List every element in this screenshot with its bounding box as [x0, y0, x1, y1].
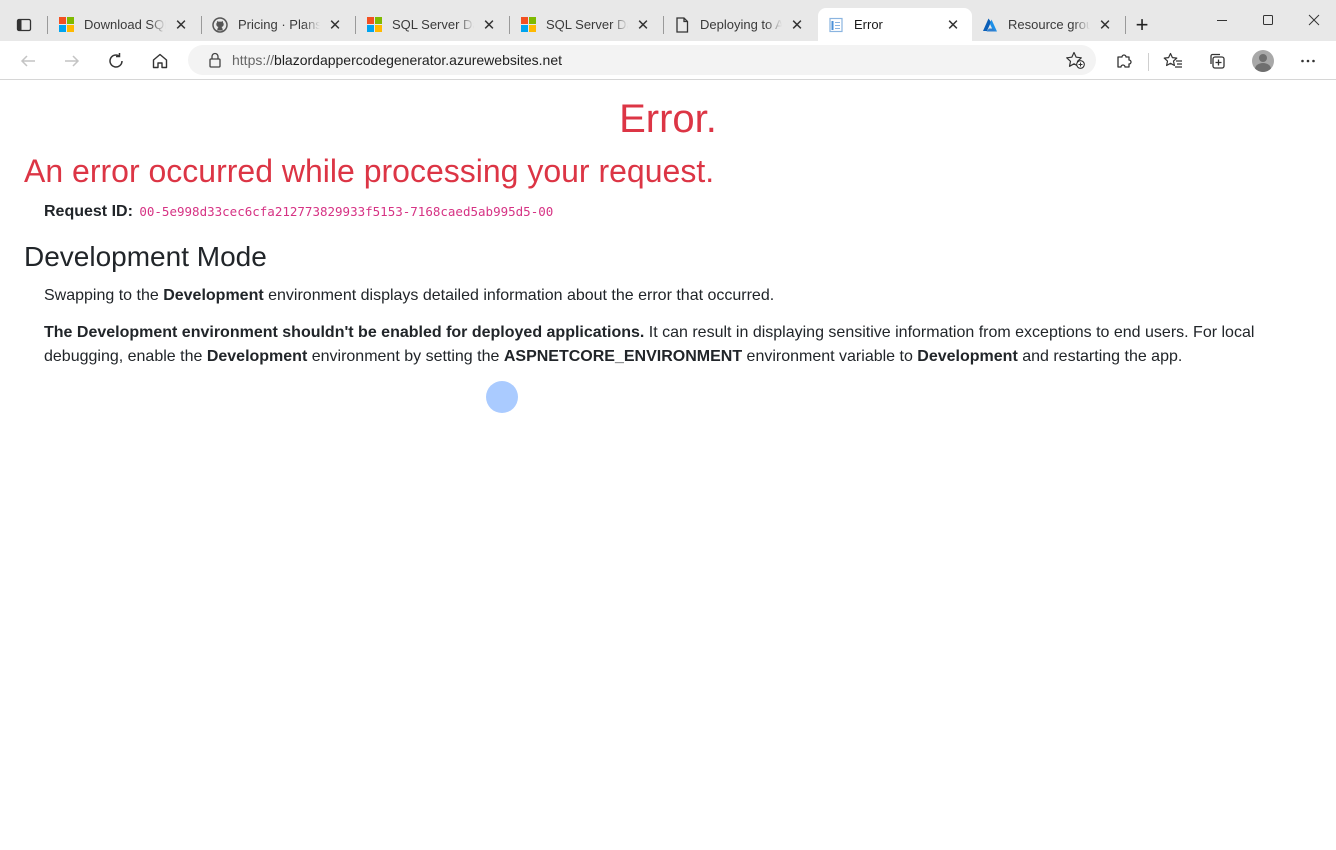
tab-title: Pricing · Plans fo — [238, 17, 320, 32]
home-icon — [152, 53, 168, 69]
github-icon — [212, 16, 228, 33]
development-warning-paragraph: The Development environment shouldn't be… — [44, 321, 1294, 369]
new-tab-button[interactable]: + — [1128, 12, 1156, 38]
development-mode-heading: Development Mode — [24, 241, 267, 272]
profile-button[interactable] — [1248, 46, 1278, 76]
tab-title: Resource groups — [1008, 17, 1090, 32]
url-host: blazordappercodegenerator.azurewebsites.… — [274, 52, 563, 68]
tab-sql-server-data-1[interactable]: SQL Server Data ✕ — [356, 8, 508, 41]
request-id-line: Request ID: 00-5e998d33cec6cfa2127738299… — [44, 203, 553, 221]
favorites-icon — [1163, 52, 1182, 68]
bold-text: Development — [917, 348, 1018, 365]
text: environment by setting the — [307, 348, 504, 365]
tab-actions-icon — [16, 18, 32, 32]
refresh-button[interactable] — [101, 46, 131, 76]
settings-menu-button[interactable] — [1293, 46, 1323, 76]
browser-toolbar: https://blazordappercodegenerator.azurew… — [0, 41, 1336, 80]
bold-text: ASPNETCORE_ENVIRONMENT — [503, 348, 743, 365]
tab-title: Error — [854, 17, 883, 32]
tab-close-icon[interactable]: ✕ — [634, 16, 652, 34]
refresh-icon — [109, 53, 123, 68]
azure-icon — [982, 17, 998, 33]
text: environment displays detailed informatio… — [263, 287, 775, 304]
star-add-icon — [1066, 51, 1085, 69]
bold-text: The Development environment shouldn't be… — [44, 324, 645, 341]
page-icon — [674, 16, 690, 33]
mouse-cursor-highlight — [486, 381, 518, 413]
tab-close-icon[interactable]: ✕ — [788, 16, 806, 34]
request-id-value: 00-5e998d33cec6cfa212773829933f5153-7168… — [139, 204, 554, 219]
collections-icon — [1210, 53, 1225, 69]
add-favorite-button[interactable] — [1060, 51, 1090, 69]
tab-actions-button[interactable] — [10, 12, 38, 38]
plus-icon: + — [1135, 12, 1149, 37]
minimize-icon — [1217, 20, 1227, 21]
error-subtitle: An error occurred while processing your … — [24, 153, 715, 189]
text: environment variable to — [742, 348, 918, 365]
more-icon — [1301, 59, 1315, 63]
avatar — [1252, 50, 1274, 72]
collections-button[interactable] — [1202, 46, 1232, 76]
tab-resource-groups[interactable]: Resource groups ✕ — [972, 8, 1124, 41]
microsoft-icon — [520, 17, 536, 33]
tab-close-icon[interactable]: ✕ — [326, 16, 344, 34]
tab-strip: Download SQL Se ✕ Pricing · Plans fo ✕ S… — [0, 0, 1336, 41]
microsoft-icon — [366, 17, 382, 33]
request-id-label: Request ID: — [44, 203, 133, 220]
puzzle-icon — [1117, 54, 1132, 68]
tab-github-pricing[interactable]: Pricing · Plans fo ✕ — [202, 8, 354, 41]
forward-button[interactable] — [57, 46, 87, 76]
minimize-button[interactable] — [1202, 6, 1242, 34]
tab-separator — [1125, 16, 1126, 34]
bold-text: Development — [206, 348, 308, 365]
maximize-icon — [1263, 15, 1273, 25]
tab-title: Download SQL Se — [84, 17, 166, 32]
error-page-icon — [828, 17, 844, 33]
tab-error[interactable]: Error ✕ — [818, 8, 972, 41]
extensions-button[interactable] — [1109, 46, 1139, 76]
close-window-button[interactable] — [1294, 6, 1334, 34]
address-bar[interactable]: https://blazordappercodegenerator.azurew… — [188, 45, 1096, 75]
tab-title: SQL Server Data — [392, 17, 474, 32]
text: and restarting the app. — [1017, 348, 1183, 365]
tab-download-sql[interactable]: Download SQL Se ✕ — [48, 8, 200, 41]
tab-close-icon[interactable]: ✕ — [480, 16, 498, 34]
lock-icon[interactable] — [200, 52, 230, 68]
tab-sql-server-data-2[interactable]: SQL Server Data ✕ — [510, 8, 662, 41]
microsoft-icon — [58, 17, 74, 33]
text: Swapping to the — [44, 287, 164, 304]
url-scheme: https:// — [232, 52, 275, 68]
home-button[interactable] — [145, 46, 175, 76]
toolbar-separator — [1148, 53, 1149, 71]
close-icon — [1308, 14, 1320, 26]
favorites-button[interactable] — [1158, 46, 1188, 76]
page-content: Error. An error occurred while processin… — [0, 81, 1336, 850]
arrow-right-icon — [65, 55, 80, 67]
tab-deploying-to-azure[interactable]: Deploying to Azu ✕ — [664, 8, 816, 41]
url-text[interactable]: https://blazordappercodegenerator.azurew… — [232, 52, 1060, 68]
tab-title: SQL Server Data — [546, 17, 628, 32]
bold-text: Development — [163, 287, 264, 304]
tab-close-icon[interactable]: ✕ — [1096, 16, 1114, 34]
tab-title: Deploying to Azu — [700, 17, 782, 32]
development-info-paragraph: Swapping to the Development environment … — [44, 284, 774, 308]
tab-close-icon[interactable]: ✕ — [944, 16, 962, 34]
arrow-left-icon — [20, 55, 35, 67]
maximize-button[interactable] — [1248, 6, 1288, 34]
error-title: Error. — [619, 97, 717, 141]
back-button[interactable] — [13, 46, 43, 76]
tab-close-icon[interactable]: ✕ — [172, 16, 190, 34]
